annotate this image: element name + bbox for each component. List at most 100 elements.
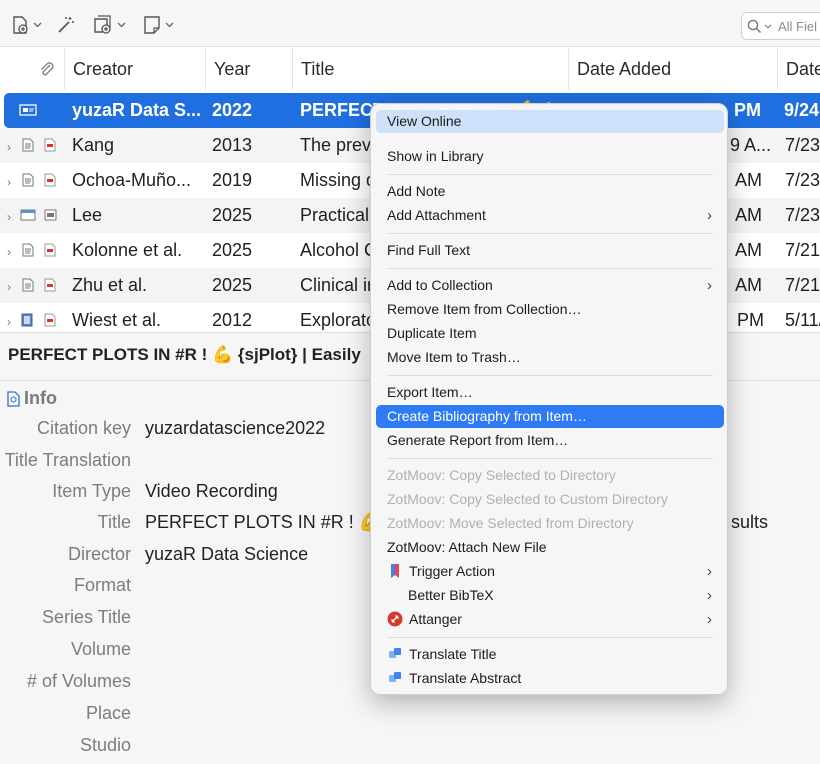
pdf-icon [44,138,56,152]
menu-item-show-in-library[interactable]: Show in Library [376,145,724,168]
menu-separator [387,375,713,376]
menu-item-create-bibliography[interactable]: Create Bibliography from Item… [376,405,724,428]
expand-twisty-icon[interactable]: › [7,175,11,189]
title-column-header[interactable]: Title [292,48,568,90]
menu-item-translate-abstract[interactable]: Translate Abstract [376,667,724,690]
field-label: Format [73,575,131,595]
expand-twisty-icon[interactable]: › [7,245,11,259]
pdf-icon [44,173,56,187]
info-icon [7,390,20,407]
journal-article-icon [22,243,34,257]
field-value[interactable]: PERFECT PLOTS IN #R ! 💪 [145,512,381,533]
info-section-header[interactable]: Info [6,388,57,409]
expand-twisty-icon[interactable]: › [7,315,11,329]
snapshot-icon [44,209,57,221]
menu-item-translate-title[interactable]: Translate Title [376,643,724,666]
date-added-cell: AM [735,170,762,190]
field-label: Studio [79,735,131,755]
field-row: Place [0,703,820,727]
date-added-cell: PM [734,100,761,120]
menu-item-move-to-trash[interactable]: Move Item to Trash… [376,346,724,369]
attachment-add-icon [94,15,111,34]
creator-cell: Lee [72,205,103,225]
translate-icon [389,648,401,659]
menu-item-find-full-text[interactable]: Find Full Text [376,239,724,262]
field-label: Title [97,512,131,532]
date-cell: 9/24 [784,100,820,120]
year-cell: 2025 [212,205,253,225]
new-item-button[interactable] [10,14,42,36]
date-column-header[interactable]: Date [777,48,820,90]
menu-separator [387,637,713,638]
bookmark-icon [391,564,399,579]
creator-cell: yuzaR Data S... [72,100,200,120]
chevron-down-icon [117,22,126,28]
attachment-column-header[interactable] [30,48,65,90]
add-attachment-button[interactable] [92,14,126,36]
submenu-arrow-icon: › [707,611,712,628]
creator-cell: Kolonne et al. [72,240,183,260]
menu-separator [387,458,713,459]
title-cell: The prev [300,135,372,155]
field-label: Citation key [36,418,131,438]
menu-item-add-note[interactable]: Add Note [376,180,724,203]
year-cell: 2025 [212,275,253,295]
search-icon [747,19,762,33]
pdf-icon [44,313,56,327]
item-pane-title: PERFECT PLOTS IN #R ! 💪 {sjPlot} | Easil… [8,345,361,364]
submenu-arrow-icon: › [707,563,712,580]
menu-item-add-to-collection[interactable]: Add to Collection › [376,274,724,297]
pdf-icon [44,243,56,257]
field-row: Studio [0,735,820,759]
menu-item-view-online[interactable]: View Online [376,110,724,133]
menu-item-duplicate-item[interactable]: Duplicate Item [376,322,724,345]
creator-cell: Ochoa-Muño... [72,170,192,190]
pdf-icon [44,278,56,292]
menu-item-remove-from-collection[interactable]: Remove Item from Collection… [376,298,724,321]
search-input[interactable]: All Fiel [741,12,820,40]
menu-item-trigger-action[interactable]: Trigger Action › [376,560,724,583]
date-cell: 7/21/ [785,275,820,295]
book-icon [21,313,33,327]
menu-item-add-attachment[interactable]: Add Attachment › [376,204,724,227]
video-recording-icon [19,104,37,116]
field-value[interactable]: yuzardatascience2022 [145,418,325,439]
menu-item-zotmoov-attach[interactable]: ZotMoov: Attach New File [376,536,724,559]
menu-item-generate-report[interactable]: Generate Report from Item… [376,429,724,452]
field-label: Item Type [52,481,131,501]
new-note-button[interactable] [142,14,174,36]
expand-twisty-icon[interactable]: › [7,280,11,294]
chevron-down-icon [764,23,772,29]
journal-article-icon [22,173,34,187]
date-added-column-header[interactable]: Date Added [568,48,777,90]
table-header: Creator Year Title Date Added Date [0,48,820,90]
year-cell: 2013 [212,135,253,155]
field-value[interactable]: yuzaR Data Science [145,544,308,565]
journal-article-icon [22,278,34,292]
search-placeholder: All Fiel [778,18,818,34]
menu-item-better-bibtex[interactable]: Better BibTeX › [376,584,724,607]
menu-item-export-item[interactable]: Export Item… [376,381,724,404]
date-added-cell: 9 A... [730,135,772,155]
menu-item-attanger[interactable]: Attanger › [376,608,724,631]
year-cell: 2025 [212,240,253,260]
menu-separator [387,268,713,269]
submenu-arrow-icon: › [707,277,712,294]
menu-item-zotmoov-copy-custom: ZotMoov: Copy Selected to Custom Directo… [387,491,668,507]
submenu-arrow-icon: › [707,207,712,224]
submenu-arrow-icon: › [707,587,712,604]
year-cell: 2022 [212,100,253,120]
title-cell: Practical [300,205,370,225]
expand-twisty-icon[interactable]: › [7,140,11,154]
translate-icon [389,672,401,683]
creator-column-header[interactable]: Creator [64,48,206,90]
magic-wand-icon [58,17,74,33]
add-by-identifier-button[interactable] [56,14,76,36]
date-cell: 7/23 [785,135,820,155]
year-column-header[interactable]: Year [205,48,292,90]
menu-separator [387,233,713,234]
date-added-cell: AM [735,205,762,225]
expand-twisty-icon[interactable]: › [7,210,11,224]
field-value[interactable]: Video Recording [145,481,278,502]
paperclip-icon [40,62,54,76]
